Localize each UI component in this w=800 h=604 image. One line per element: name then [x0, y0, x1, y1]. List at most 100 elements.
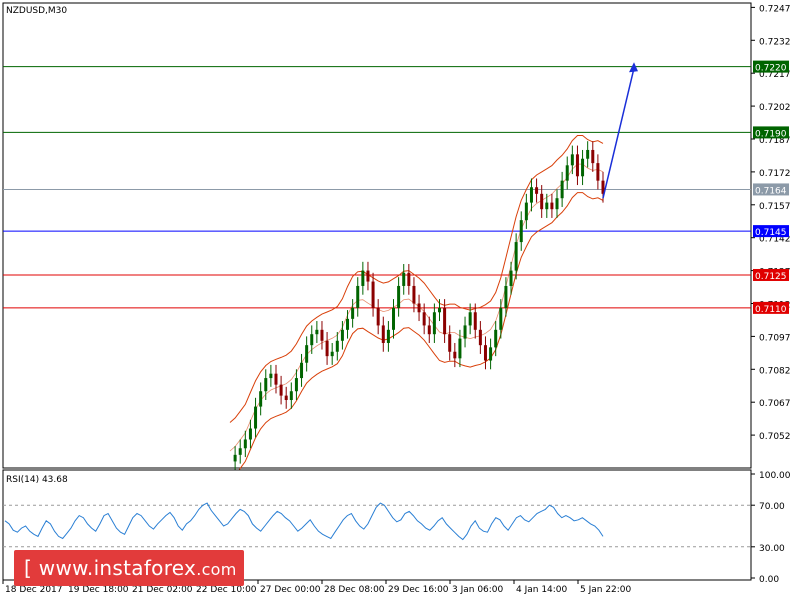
candle-body [550, 202, 554, 210]
candle-body [335, 340, 339, 352]
candle-body [351, 307, 355, 319]
candle-body [453, 351, 457, 359]
candle-body [346, 318, 350, 330]
candle-body [259, 391, 263, 407]
candle-body [468, 312, 472, 326]
chart-svg: 0.72470.72320.72170.72020.71870.71720.71… [2, 2, 791, 595]
candle-body [437, 307, 441, 313]
candle-body [330, 351, 334, 357]
level-label: 0.7190 [755, 129, 787, 139]
x-tick-label: 29 Dec 16:00 [388, 585, 449, 595]
level-label: 0.7145 [755, 228, 787, 238]
candle-body [340, 329, 344, 341]
rsi-y-tick-label: 30.00 [759, 544, 785, 554]
candle-body [555, 198, 559, 210]
candle-body [545, 202, 549, 210]
price-y-tick-label: 0.7067 [759, 399, 791, 409]
chart-root: 0.7247 0.7232 0.7217 0.7202 0.7187 0.7172 0.71… [0, 0, 800, 600]
candle-body [448, 334, 452, 352]
candle-body [570, 154, 574, 166]
candle-body [279, 384, 283, 396]
candle-body [427, 325, 431, 335]
price-y-tick-label: 0.7052 [759, 432, 791, 442]
candle-body [381, 325, 385, 343]
candle-body [560, 180, 564, 199]
price-y-tick-label: 0.7082 [759, 366, 791, 376]
candle-body [581, 158, 585, 177]
price-y-tick-label: 0.7097 [759, 333, 791, 343]
candle-body [417, 303, 421, 313]
candle-body [300, 362, 304, 379]
candle-body [386, 329, 390, 343]
x-tick-label: 22 Dec 10:00 [196, 585, 257, 595]
level-label: 0.7110 [755, 305, 787, 315]
candle-body [509, 270, 513, 286]
price-panel: 0.72470.72320.72170.72020.71870.71720.71… [2, 2, 791, 480]
candle-body [524, 202, 528, 221]
candle-body [565, 165, 569, 181]
candle-body [238, 448, 242, 455]
candle-body [514, 242, 518, 271]
candle-body [269, 373, 273, 379]
level-label: 0.7220 [755, 64, 787, 74]
candle-body [575, 154, 579, 177]
price-y-tick-label: 0.7157 [759, 202, 791, 212]
candle-body [397, 285, 401, 308]
candle-body [519, 220, 523, 243]
x-tick-label: 4 Jan 14:00 [516, 585, 568, 595]
candle-body [586, 149, 590, 159]
candle-body [494, 329, 498, 348]
price-panel-frame [2, 2, 752, 469]
price-chart-title: NZDUSD,M30 [6, 6, 67, 16]
candle-body [366, 270, 370, 282]
candle-body [458, 338, 462, 359]
x-tick-label: 28 Dec 08:00 [324, 585, 385, 595]
candle-body [371, 281, 375, 308]
candle-body [463, 325, 467, 339]
candle-body [483, 345, 487, 361]
candle-body [499, 307, 503, 330]
candle-body [422, 312, 426, 326]
candle-body [412, 285, 416, 304]
candle-body [504, 285, 508, 308]
candle-body [264, 378, 268, 392]
price-y-tick-label: 0.7172 [759, 169, 791, 179]
candle-body [529, 187, 533, 203]
candle-body [243, 439, 247, 449]
candle-body [361, 270, 365, 286]
candle-body [254, 406, 258, 429]
candle-body [535, 187, 539, 194]
candle-body [248, 428, 252, 440]
candle-body [591, 149, 595, 164]
candle-body [325, 340, 329, 357]
x-tick-label: 5 Jan 22:00 [580, 585, 632, 595]
candle-body [315, 329, 319, 335]
candle-body [289, 391, 293, 401]
candle-body [284, 395, 288, 401]
price-y-tick-label: 0.7247 [759, 4, 791, 14]
x-tick-label: 18 Dec 2017 [5, 585, 63, 595]
candle-body [274, 373, 278, 385]
price-y-tick-label: 0.7232 [759, 37, 791, 47]
rsi-y-tick-label: 0.00 [759, 575, 779, 585]
candle-body [596, 163, 600, 181]
candle-body [402, 272, 406, 286]
candle-body [407, 272, 411, 286]
candle-body [478, 329, 482, 346]
candle-body [489, 347, 493, 361]
candle-body [432, 312, 436, 335]
price-y-tick-label: 0.7202 [759, 103, 791, 113]
x-tick-label: 27 Dec 00:00 [260, 585, 321, 595]
candle-body [233, 454, 237, 462]
candle-body [320, 329, 324, 341]
candle-body [392, 307, 396, 330]
level-label: 0.7164 [755, 186, 787, 196]
candle-body [443, 307, 447, 335]
candle-body [540, 193, 544, 210]
rsi-title: RSI(14) 43.68 [6, 475, 68, 485]
rsi-y-tick-label: 100.00 [759, 471, 791, 481]
candle-body [305, 345, 309, 363]
rsi-y-tick-label: 70.00 [759, 502, 785, 512]
watermark-logo: [ www.instaforex.com ] [14, 550, 251, 586]
x-tick-label: 19 Dec 18:00 [68, 585, 129, 595]
